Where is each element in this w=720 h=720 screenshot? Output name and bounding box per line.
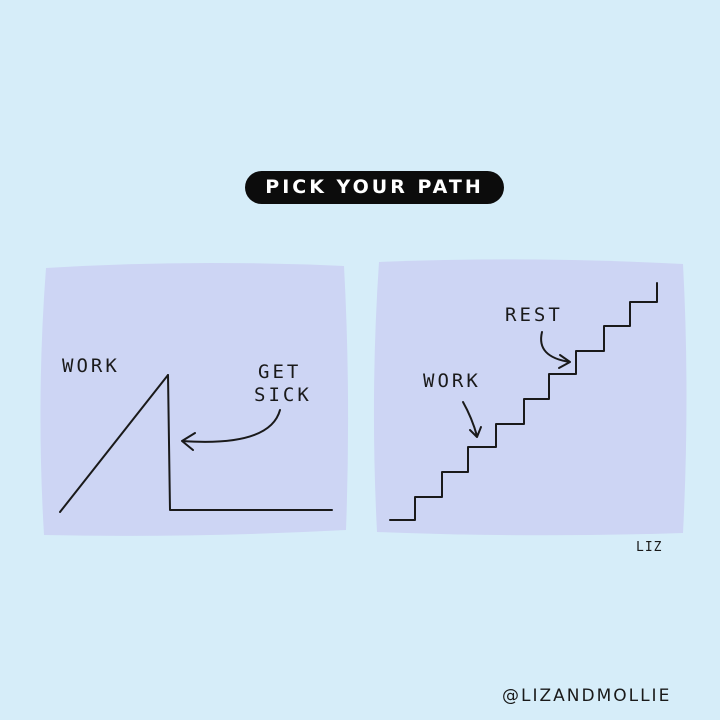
comic-art: WORK GET SICK REST WORK LIZ @LIZANDMOLLI… [40,259,687,706]
left-panel: WORK GET SICK [40,262,349,536]
right-work-label: WORK [423,370,481,392]
right-panel-background [373,259,687,536]
artist-signature: LIZ [636,540,662,555]
left-work-label: WORK [62,355,120,377]
sick-label: SICK [254,384,312,406]
get-label: GET [258,361,301,383]
right-panel: REST WORK [373,259,687,536]
rest-label: REST [505,304,563,326]
instagram-handle: @LIZANDMOLLIE [502,686,671,706]
